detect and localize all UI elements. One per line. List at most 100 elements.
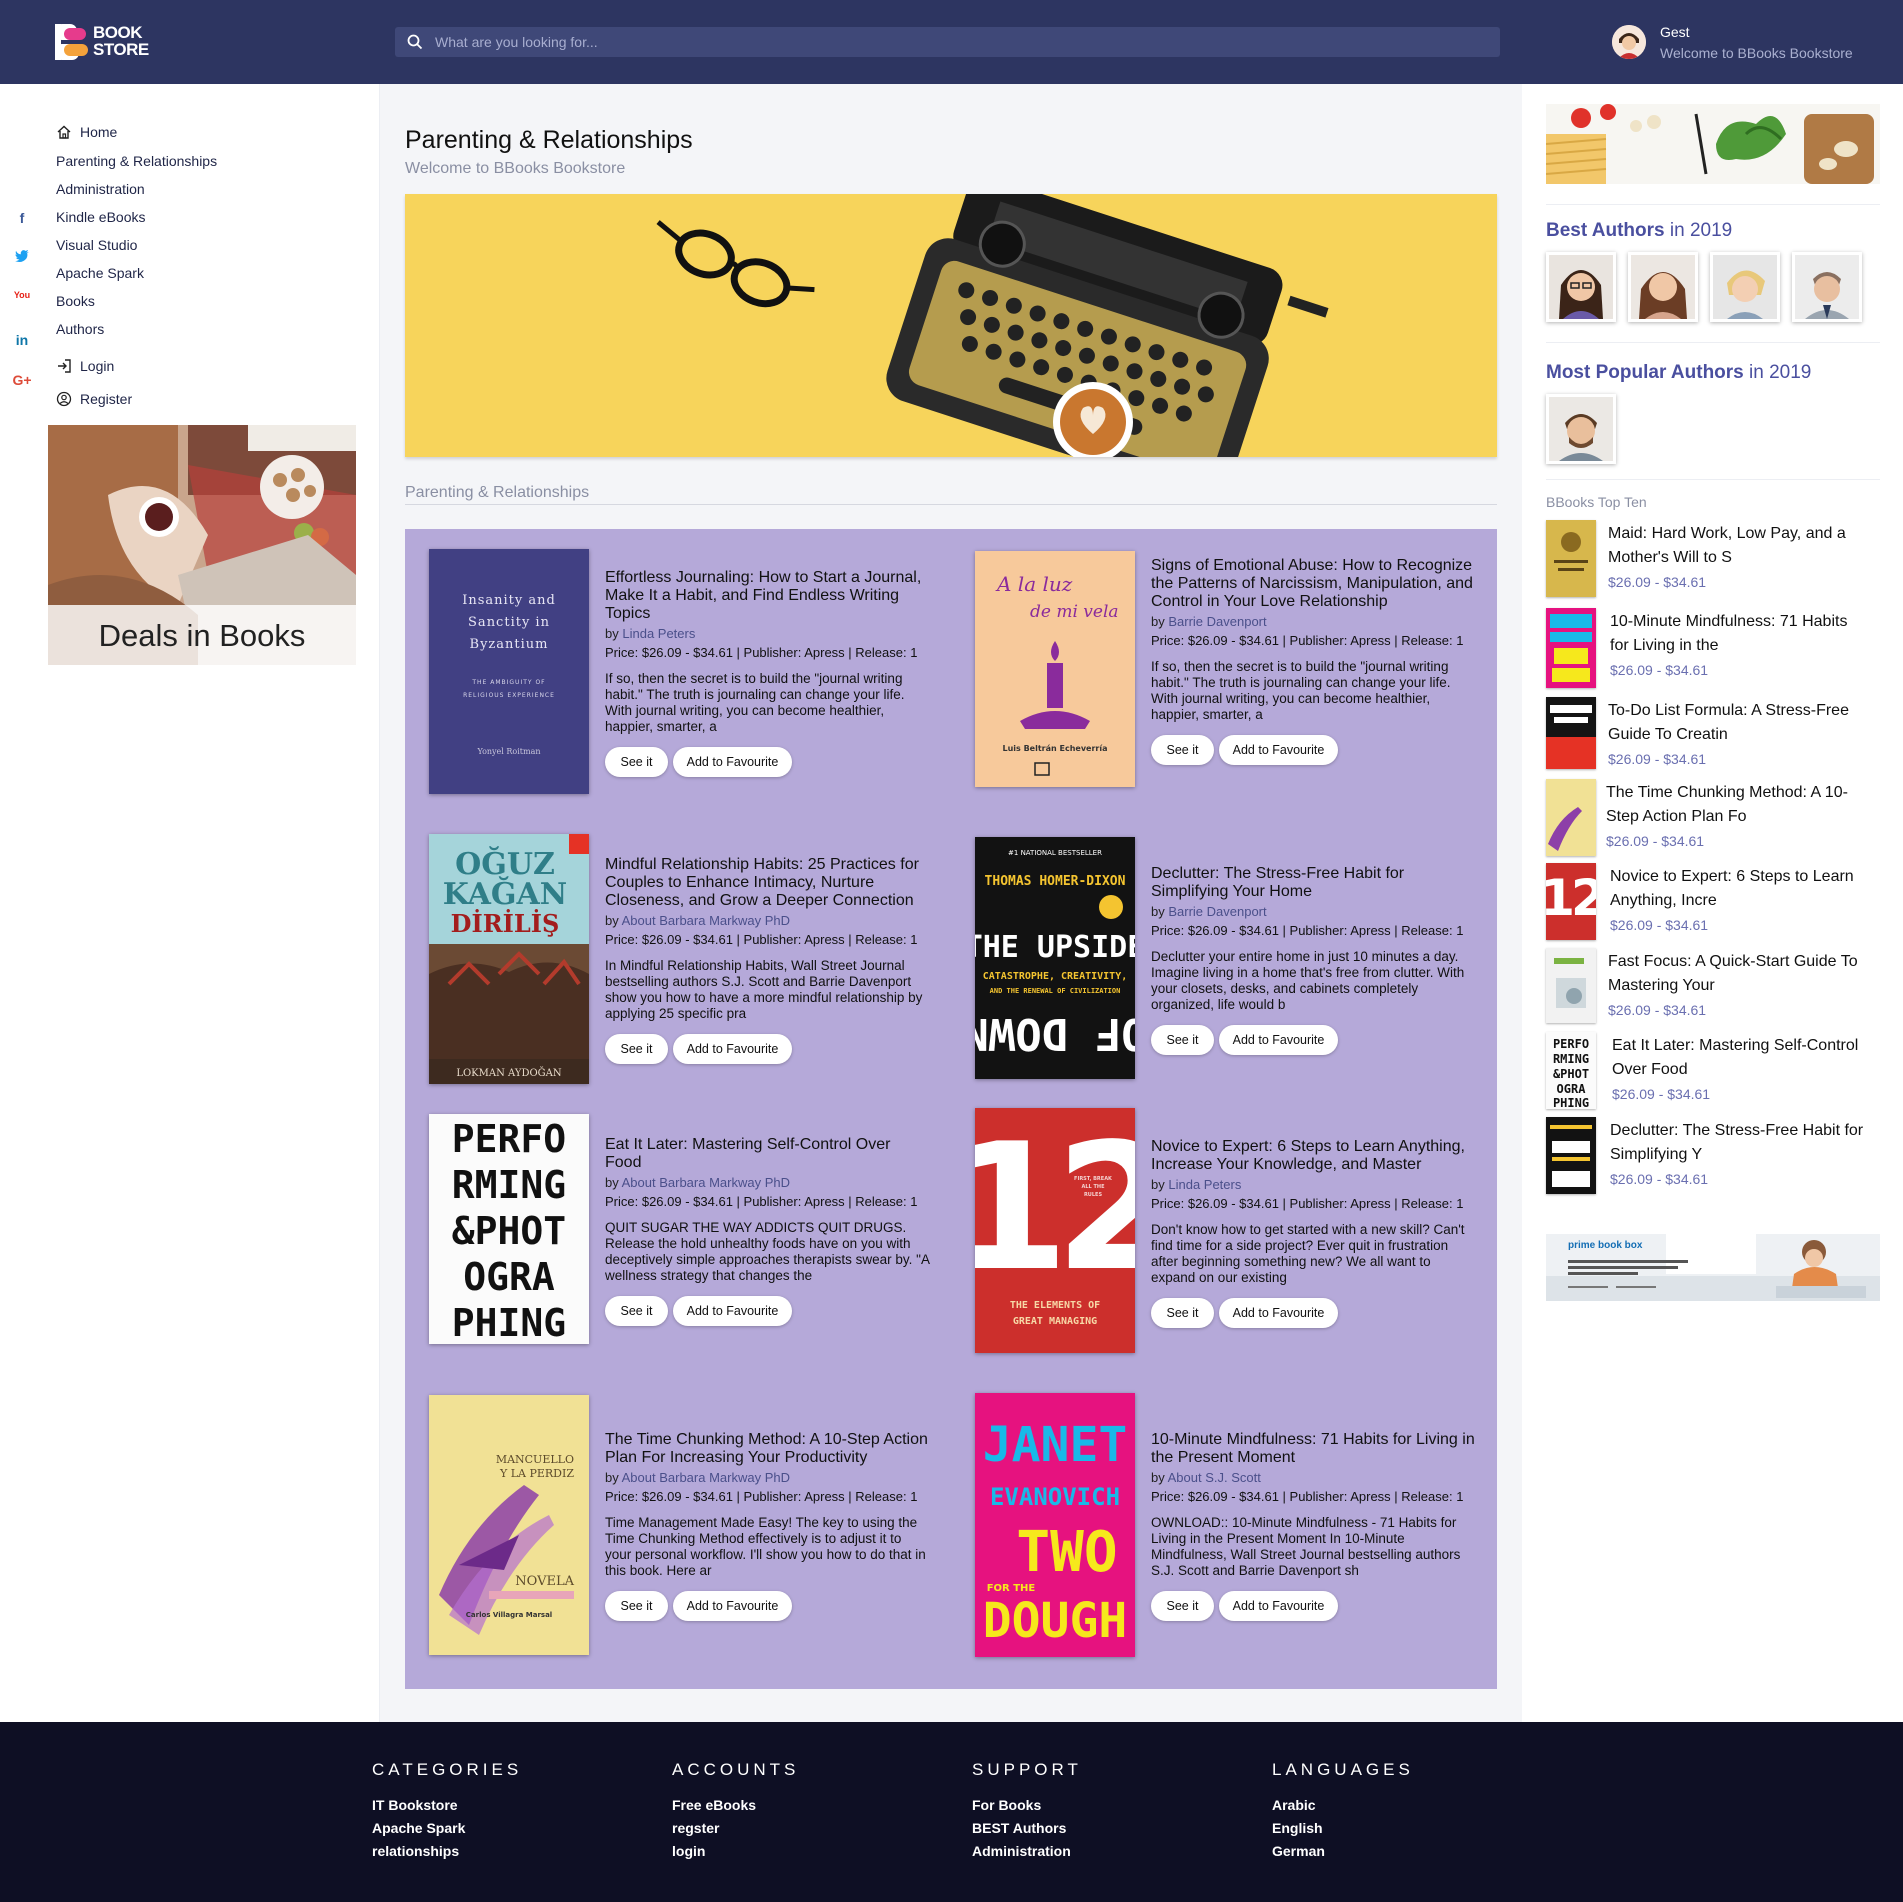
by-prefix: by — [1151, 1470, 1165, 1485]
book-title[interactable]: Eat It Later: Mastering Self-Control Ove… — [605, 1136, 930, 1172]
book-title[interactable]: Effortless Journaling: How to Start a Jo… — [605, 569, 930, 623]
book-cover[interactable]: PERFO RMING &PHOT OGRA PHING — [429, 1114, 589, 1344]
book-author[interactable]: About Barbara Markway PhD — [622, 913, 790, 928]
add-to-favourite-button[interactable]: Add to Favourite — [673, 1591, 792, 1621]
add-to-favourite-button[interactable]: Add to Favourite — [1219, 1298, 1338, 1328]
add-to-favourite-button[interactable]: Add to Favourite — [673, 1034, 792, 1064]
list-item[interactable]: 12 Novice to Expert: 6 Steps to Learn An… — [1546, 863, 1886, 941]
book-cover-art: OĞUZ KAĞAN DİRİLİŞ LOKMAN AYDOĞAN — [429, 834, 589, 1084]
logo-mark-icon — [55, 24, 88, 60]
sidebar-item-authors[interactable]: Authors — [56, 319, 104, 339]
by-prefix: by — [1151, 614, 1165, 629]
book-cover[interactable]: #1 NATIONAL BESTSELLER THOMAS HOMER-DIXO… — [975, 837, 1135, 1079]
cover-text: THE AMBIGUITY OF — [471, 679, 545, 686]
add-to-favourite-button[interactable]: Add to Favourite — [1219, 735, 1338, 765]
footer-link[interactable]: BEST Authors — [972, 1817, 1082, 1840]
sidebar-item-administration[interactable]: Administration — [56, 179, 145, 199]
book-cover[interactable]: 12 FIRST, BREAK ALL THE RULES THE ELEMEN… — [975, 1108, 1135, 1353]
see-it-button[interactable]: See it — [1151, 1025, 1214, 1055]
user-name: Gest — [1660, 24, 1690, 40]
book-cover[interactable]: OĞUZ KAĞAN DİRİLİŞ LOKMAN AYDOĞAN — [429, 834, 589, 1084]
see-it-button[interactable]: See it — [1151, 1298, 1214, 1328]
sidebar-item-login[interactable]: Login — [56, 356, 114, 376]
see-it-button[interactable]: See it — [605, 747, 668, 777]
author-avatar[interactable] — [1792, 252, 1862, 322]
avatar-image — [1612, 25, 1646, 59]
see-it-button[interactable]: See it — [1151, 735, 1214, 765]
book-author[interactable]: Linda Peters — [1168, 1177, 1241, 1192]
author-avatar[interactable] — [1710, 252, 1780, 322]
prime-book-box-banner[interactable]: prime book box — [1546, 1234, 1880, 1301]
see-it-button[interactable]: See it — [605, 1296, 668, 1326]
footer-link[interactable]: Administration — [972, 1840, 1082, 1863]
footer-link[interactable]: regster — [672, 1817, 799, 1840]
book-author-line: by Barrie Davenport — [1151, 904, 1476, 919]
book-cover[interactable]: Insanity and Sanctity in Byzantium THE A… — [429, 549, 589, 794]
book-title[interactable]: The Time Chunking Method: A 10-Step Acti… — [605, 1431, 930, 1467]
footer-link[interactable]: relationships — [372, 1840, 522, 1863]
footer-link[interactable]: login — [672, 1840, 799, 1863]
sidebar-item-apache-spark[interactable]: Apache Spark — [56, 263, 144, 283]
footer-link[interactable]: For Books — [972, 1794, 1082, 1817]
sidebar-item-books[interactable]: Books — [56, 291, 95, 311]
book-title[interactable]: Signs of Emotional Abuse: How to Recogni… — [1151, 557, 1476, 611]
food-banner[interactable] — [1546, 104, 1880, 184]
footer-link[interactable]: Free eBooks — [672, 1794, 799, 1817]
search-input[interactable] — [435, 27, 1485, 57]
add-to-favourite-button[interactable]: Add to Favourite — [1219, 1025, 1338, 1055]
book-title[interactable]: 10-Minute Mindfulness: 71 Habits for Liv… — [1151, 1431, 1476, 1467]
list-item[interactable]: The Time Chunking Method: A 10-Step Acti… — [1546, 779, 1886, 857]
facebook-icon[interactable]: f — [10, 210, 34, 230]
book-cover[interactable]: A la luz de mi vela Luis Beltrán Echever… — [975, 551, 1135, 787]
twitter-icon[interactable] — [10, 250, 34, 270]
youtube-icon[interactable]: You — [10, 290, 34, 310]
book-title[interactable]: Novice to Expert: 6 Steps to Learn Anyth… — [1151, 1138, 1476, 1174]
search-bar[interactable] — [395, 27, 1500, 57]
google-plus-icon[interactable]: G+ — [10, 372, 34, 392]
see-it-button[interactable]: See it — [605, 1591, 668, 1621]
book-author[interactable]: About Barbara Markway PhD — [622, 1470, 790, 1485]
add-to-favourite-button[interactable]: Add to Favourite — [673, 1296, 792, 1326]
by-prefix: by — [1151, 904, 1165, 919]
book-title[interactable]: Mindful Relationship Habits: 25 Practice… — [605, 856, 930, 910]
list-item[interactable]: Maid: Hard Work, Low Pay, and a Mother's… — [1546, 520, 1886, 598]
footer-link[interactable]: Apache Spark — [372, 1817, 522, 1840]
list-item[interactable]: Fast Focus: A Quick-Start Guide To Maste… — [1546, 948, 1886, 1026]
book-title[interactable]: Declutter: The Stress-Free Habit for Sim… — [1151, 865, 1476, 901]
user-info[interactable]: Gest Welcome to BBooks Bookstore — [1612, 22, 1872, 66]
deals-banner[interactable]: Deals in Books — [48, 425, 356, 665]
author-avatar[interactable] — [1628, 252, 1698, 322]
book-card: PERFO RMING &PHOT OGRA PHING Eat It Late… — [429, 1114, 949, 1344]
book-cover[interactable]: JANET EVANOVICH TWO FOR THE DOUGH — [975, 1393, 1135, 1657]
sidebar-item-parenting[interactable]: Parenting & Relationships — [56, 151, 217, 171]
book-cover[interactable]: MANCUELLO Y LA PERDIZ NOVELA Carlos Vill… — [429, 1395, 589, 1655]
sidebar-item-kindle[interactable]: Kindle eBooks — [56, 207, 146, 227]
book-author[interactable]: About Barbara Markway PhD — [622, 1175, 790, 1190]
cover-text: TWO — [1016, 1520, 1117, 1585]
list-item[interactable]: PERFO RMING &PHOT OGRA PHING Eat It Later: M… — [1546, 1032, 1886, 1110]
avatar[interactable] — [1612, 25, 1646, 59]
see-it-button[interactable]: See it — [1151, 1591, 1214, 1621]
sidebar-item-register[interactable]: Register — [56, 389, 132, 409]
linkedin-icon[interactable]: in — [10, 332, 34, 352]
author-avatar[interactable] — [1546, 252, 1616, 322]
footer-link[interactable]: German — [1272, 1840, 1414, 1863]
book-author[interactable]: Linda Peters — [622, 626, 695, 641]
book-author[interactable]: About S.J. Scott — [1168, 1470, 1261, 1485]
book-author[interactable]: Barrie Davenport — [1168, 904, 1266, 919]
footer-link[interactable]: Arabic — [1272, 1794, 1414, 1817]
sidebar-item-visual-studio[interactable]: Visual Studio — [56, 235, 137, 255]
see-it-button[interactable]: See it — [605, 1034, 668, 1064]
footer-link[interactable]: English — [1272, 1817, 1414, 1840]
logo[interactable]: BOOK STORE — [55, 22, 149, 62]
popular-authors-label: Most Popular Authors — [1546, 362, 1744, 383]
list-item[interactable]: 10-Minute Mindfulness: 71 Habits for Liv… — [1546, 608, 1886, 688]
author-avatar[interactable] — [1546, 394, 1616, 464]
book-author[interactable]: Barrie Davenport — [1168, 614, 1266, 629]
list-item[interactable]: Declutter: The Stress-Free Habit for Sim… — [1546, 1117, 1886, 1195]
add-to-favourite-button[interactable]: Add to Favourite — [1219, 1591, 1338, 1621]
add-to-favourite-button[interactable]: Add to Favourite — [673, 747, 792, 777]
sidebar-item-home[interactable]: Home — [56, 122, 117, 142]
footer-link[interactable]: IT Bookstore — [372, 1794, 522, 1817]
list-item[interactable]: To-Do List Formula: A Stress-Free Guide … — [1546, 697, 1886, 775]
